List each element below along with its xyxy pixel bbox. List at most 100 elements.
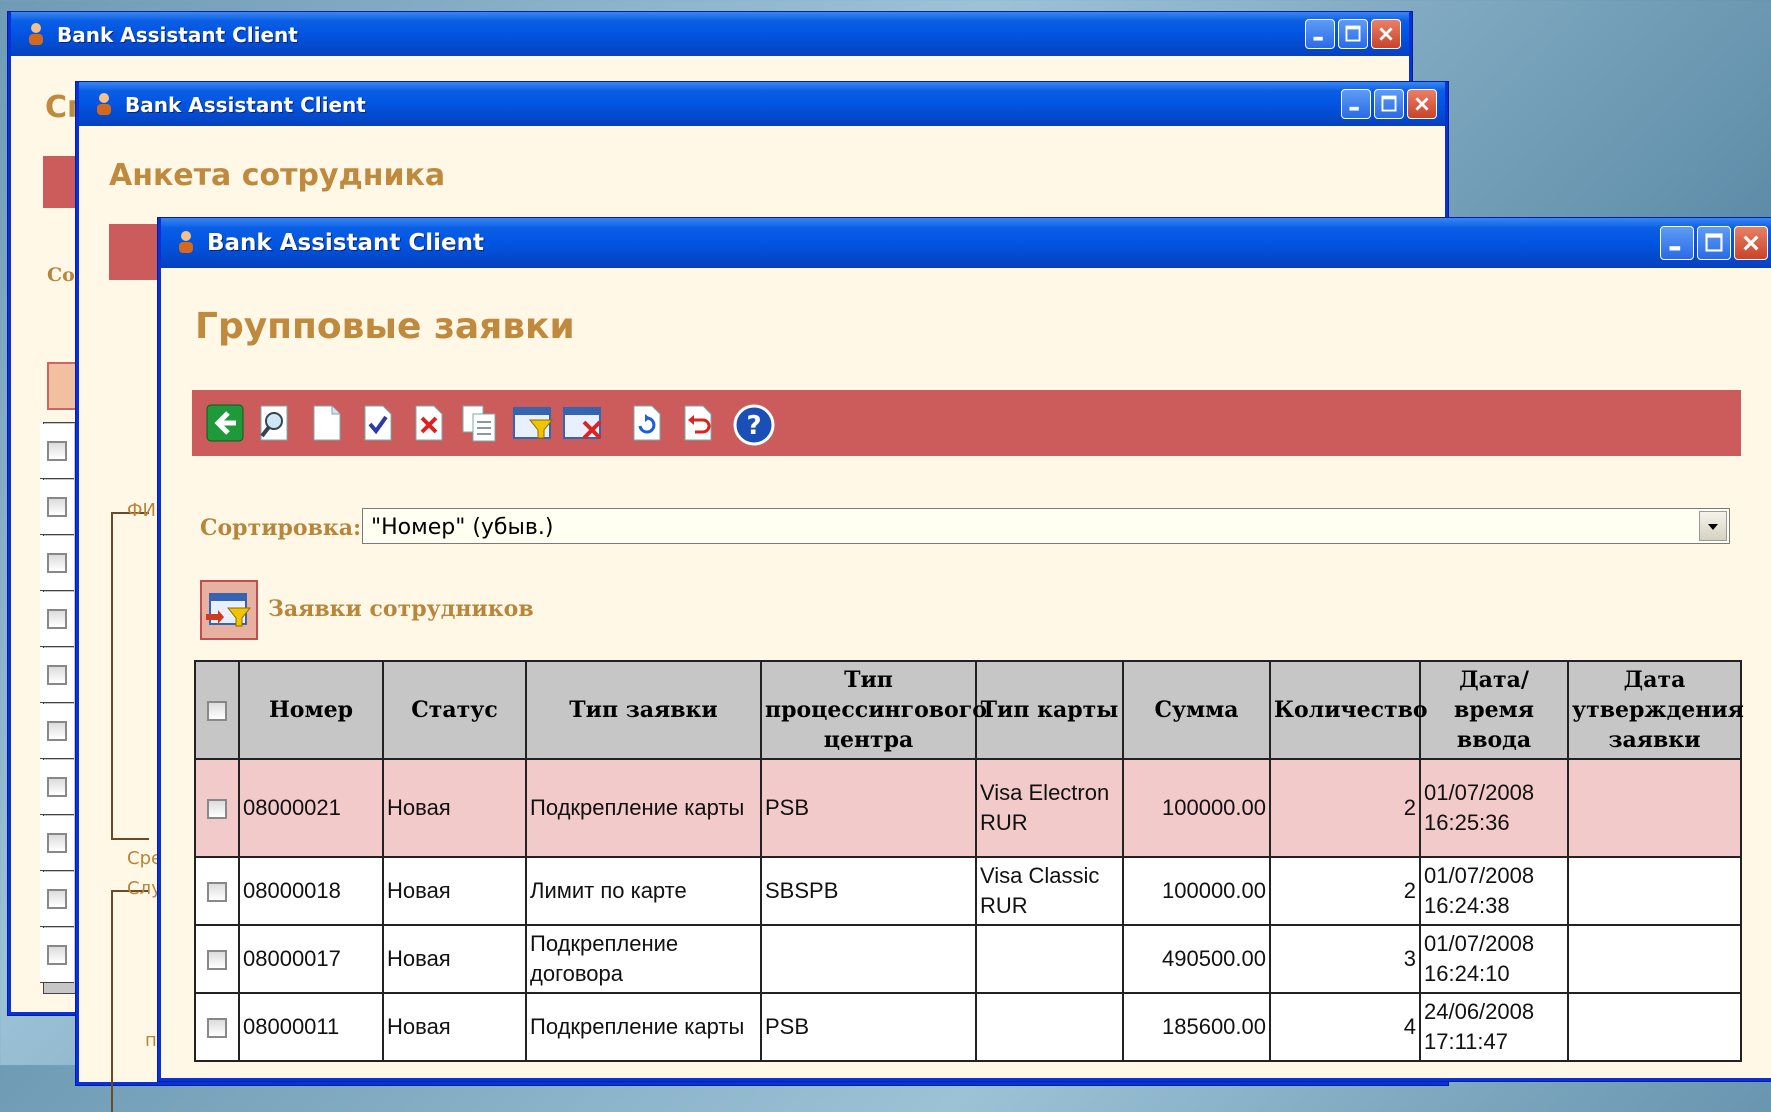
- title-bar[interactable]: Bank Assistant Client: [161, 218, 1771, 268]
- maximize-button[interactable]: [1697, 226, 1731, 260]
- column-header[interactable]: Дата/время ввода: [1419, 660, 1569, 760]
- close-button[interactable]: [1407, 89, 1437, 119]
- list-item[interactable]: [40, 760, 74, 815]
- column-header[interactable]: Тип процессингового центра: [760, 660, 987, 760]
- maximize-button[interactable]: [1338, 19, 1368, 49]
- number-cell: 08000018: [238, 856, 384, 926]
- column-header[interactable]: Статус: [382, 660, 527, 760]
- maximize-icon: [1345, 25, 1361, 42]
- group-bracket: [111, 512, 149, 840]
- select-all-checkbox[interactable]: [207, 701, 227, 721]
- row-checkbox[interactable]: [47, 721, 67, 741]
- approve-check-icon: [364, 405, 392, 441]
- row-checkbox[interactable]: [47, 665, 67, 685]
- row-checkbox[interactable]: [47, 553, 67, 573]
- list-item[interactable]: [40, 816, 74, 871]
- row-checkbox[interactable]: [47, 833, 67, 853]
- list-item[interactable]: [40, 424, 74, 479]
- column-header[interactable]: Дата утверждения заявки: [1567, 660, 1744, 760]
- row-select-cell[interactable]: [194, 924, 240, 994]
- table-row[interactable]: 08000017 Новая Подкрепление договора 490…: [194, 924, 1742, 994]
- copy-icon: [462, 405, 496, 442]
- date-value: 24/06/2008: [1424, 999, 1535, 1024]
- row-checkbox[interactable]: [207, 882, 227, 903]
- section-icon-button[interactable]: [200, 580, 258, 640]
- row-checkbox[interactable]: [47, 609, 67, 629]
- row-checkbox[interactable]: [47, 497, 67, 517]
- minimize-button[interactable]: [1305, 19, 1335, 49]
- table-row[interactable]: 08000021 Новая Подкрепление карты PSB Vi…: [194, 758, 1742, 858]
- copy-button[interactable]: [461, 404, 497, 442]
- title-bar[interactable]: Bank Assistant Client: [11, 12, 1409, 56]
- back-arrow-icon: [206, 404, 244, 442]
- row-checkbox[interactable]: [47, 945, 67, 965]
- help-icon: ?: [733, 404, 775, 446]
- list-item[interactable]: [40, 704, 74, 759]
- type-cell: Подкрепление карты: [525, 992, 762, 1062]
- app-icon: [97, 93, 111, 115]
- column-header[interactable]: Сумма: [1122, 660, 1271, 760]
- help-button[interactable]: ?: [733, 404, 775, 446]
- row-select-cell[interactable]: [194, 992, 240, 1062]
- card-cell: [975, 992, 1124, 1062]
- title-bar[interactable]: Bank Assistant Client: [79, 82, 1445, 126]
- select-all-cell[interactable]: [194, 660, 240, 760]
- list-item[interactable]: [40, 592, 74, 647]
- row-checkbox[interactable]: [207, 1018, 227, 1039]
- field-fragment: Слу: [127, 878, 162, 899]
- new-document-button[interactable]: [308, 404, 344, 442]
- new-document-icon: [313, 405, 341, 441]
- row-select-cell[interactable]: [194, 856, 240, 926]
- table-header-row: Номер Статус Тип заявки Тип процессингов…: [194, 660, 1744, 760]
- row-checkbox[interactable]: [207, 950, 227, 971]
- time-value: 16:24:10: [1424, 961, 1510, 986]
- list-item[interactable]: [40, 480, 74, 535]
- minimize-icon: [1669, 246, 1681, 251]
- list-item[interactable]: [40, 648, 74, 703]
- minimize-button[interactable]: [1341, 89, 1371, 119]
- row-select-cell[interactable]: [194, 758, 240, 858]
- time-value: 16:24:38: [1424, 893, 1510, 918]
- list-item[interactable]: [40, 872, 74, 927]
- app-icon: [179, 231, 193, 253]
- number-cell: 08000021: [238, 758, 384, 858]
- list-item[interactable]: [40, 536, 74, 591]
- row-checkbox[interactable]: [47, 777, 67, 797]
- minimize-button[interactable]: [1660, 226, 1694, 260]
- view-icon: [260, 405, 288, 441]
- list-item[interactable]: [40, 928, 74, 983]
- clear-filter-button[interactable]: [562, 404, 606, 442]
- close-button[interactable]: [1734, 226, 1768, 260]
- close-button[interactable]: [1371, 19, 1401, 49]
- dropdown-button[interactable]: [1699, 511, 1727, 541]
- sort-select[interactable]: "Номер" (убыв.): [362, 508, 1730, 544]
- status-cell: Новая: [382, 758, 527, 858]
- view-button[interactable]: [257, 404, 293, 442]
- filter-button[interactable]: [512, 404, 556, 442]
- undo-button[interactable]: [679, 404, 715, 442]
- status-cell: Новая: [382, 856, 527, 926]
- table-row[interactable]: 08000011 Новая Подкрепление карты PSB 18…: [194, 992, 1742, 1062]
- maximize-button[interactable]: [1374, 89, 1404, 119]
- quantity-cell: 2: [1269, 856, 1421, 926]
- quantity-cell: 2: [1269, 758, 1421, 858]
- approve-button[interactable]: [359, 404, 395, 442]
- close-icon: [1415, 97, 1429, 111]
- refresh-button[interactable]: [628, 404, 664, 442]
- row-checkbox[interactable]: [47, 441, 67, 461]
- card-cell: Visa Electron RUR: [975, 758, 1124, 858]
- delete-button[interactable]: [410, 404, 446, 442]
- column-header[interactable]: Количество: [1269, 660, 1428, 760]
- window-title: Bank Assistant Client: [57, 23, 298, 47]
- card-cell: [975, 924, 1124, 994]
- table-row[interactable]: 08000018 Новая Лимит по карте SBSPB Visa…: [194, 856, 1742, 926]
- date-value: 01/07/2008: [1424, 780, 1535, 805]
- column-header[interactable]: Тип заявки: [525, 660, 762, 760]
- column-header[interactable]: Тип карты: [975, 660, 1124, 760]
- sort-value: "Номер" (убыв.): [371, 515, 554, 540]
- row-checkbox[interactable]: [207, 799, 227, 820]
- chevron-down-icon: [1708, 524, 1718, 530]
- back-button[interactable]: [206, 404, 244, 442]
- row-checkbox[interactable]: [47, 889, 67, 909]
- column-header[interactable]: Номер: [238, 660, 384, 760]
